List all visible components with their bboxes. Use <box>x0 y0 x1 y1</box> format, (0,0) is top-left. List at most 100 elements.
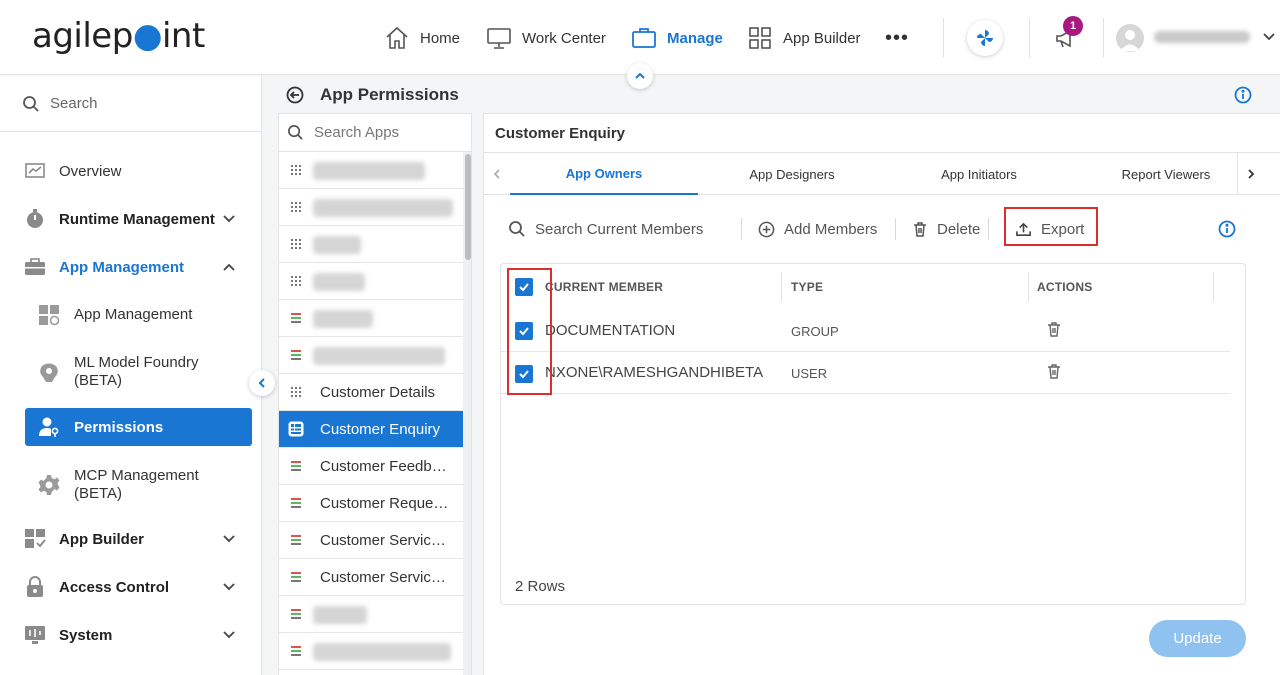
briefcase-icon <box>25 258 45 275</box>
list-item[interactable]: Customer Servic… <box>279 559 463 596</box>
lock-icon <box>27 576 43 597</box>
nav-divider <box>1103 18 1104 58</box>
tab-report-viewers[interactable]: Report Viewers <box>1072 153 1260 195</box>
ai-assistant-button[interactable] <box>967 20 1003 56</box>
toolbar-divider <box>988 218 989 240</box>
list-item-selected[interactable]: Customer Enquiry <box>279 411 463 448</box>
home-icon <box>386 26 408 49</box>
sidebar-item-access-control[interactable]: Access Control <box>0 576 262 598</box>
system-icon <box>25 626 45 644</box>
trash-icon <box>1048 364 1060 379</box>
list-item[interactable] <box>279 596 463 633</box>
app-list-icon <box>291 646 301 656</box>
column-header-type[interactable]: TYPE <box>791 264 823 310</box>
app-name: Customer Reque… <box>320 494 449 512</box>
app-dots-icon <box>291 165 301 175</box>
plus-circle-icon <box>758 221 775 237</box>
column-divider <box>1213 272 1214 302</box>
back-button[interactable] <box>286 86 304 109</box>
list-item[interactable]: Customer Reque… <box>279 485 463 522</box>
sidebar-item-system[interactable]: System <box>0 624 262 646</box>
sidebar-item-app-management[interactable]: App Management <box>0 256 262 278</box>
sidebar-subitem-ml-model-foundry[interactable]: ML Model Foundry (BETA) <box>0 352 262 392</box>
list-item[interactable]: Customer Servic… <box>279 522 463 559</box>
list-item[interactable] <box>279 633 463 670</box>
list-item[interactable] <box>279 337 463 374</box>
sidebar-subitem-permissions[interactable]: Permissions <box>25 408 252 446</box>
sidebar-item-overview[interactable]: Overview <box>0 160 262 182</box>
delete-row-button[interactable] <box>1046 321 1062 342</box>
sidebar-item-label: Runtime Management <box>59 210 215 228</box>
members-info-button[interactable] <box>1218 220 1236 243</box>
app-name: Customer Details <box>320 383 436 401</box>
agilepoint-logo[interactable]: agilep●int <box>32 16 205 56</box>
sidebar-item-label: Access Control <box>59 578 170 596</box>
search-members-input[interactable]: Search Current Members <box>508 217 703 241</box>
search-icon <box>509 221 525 237</box>
blurred-app-name <box>313 310 373 328</box>
list-item[interactable] <box>279 152 463 189</box>
nav-app-builder-label: App Builder <box>783 29 861 47</box>
nav-work-center[interactable]: Work Center <box>486 24 606 52</box>
tab-app-designers[interactable]: App Designers <box>698 153 886 195</box>
scrollbar-thumb[interactable] <box>465 154 471 260</box>
list-item[interactable]: Customer Feedb… <box>279 448 463 485</box>
add-members-button[interactable]: Add Members <box>758 217 877 241</box>
member-name: DOCUMENTATION <box>545 322 676 339</box>
sidebar-item-label: App Management <box>74 306 193 323</box>
avatar[interactable] <box>1116 24 1144 52</box>
apps-scrollbar[interactable] <box>463 152 471 675</box>
grid-icon <box>749 27 771 49</box>
nav-manage[interactable]: Manage <box>631 24 723 52</box>
member-type: USER <box>791 366 828 381</box>
sidebar-subitem-app-management[interactable]: App Management <box>0 304 262 326</box>
list-item[interactable] <box>279 263 463 300</box>
collapse-header-button[interactable] <box>627 63 653 89</box>
app-name: Customer Enquiry <box>320 420 441 438</box>
briefcase-icon <box>632 28 656 48</box>
table-row: NXONE\RAMESHGANDHIBETA USER <box>501 352 1230 394</box>
sidebar-search[interactable]: Search <box>0 76 262 132</box>
app-name: Customer Feedb… <box>320 457 447 475</box>
update-button[interactable]: Update <box>1149 620 1246 657</box>
nav-home[interactable]: Home <box>384 24 460 52</box>
arrow-left-circle-icon <box>286 86 304 104</box>
trash-icon <box>1048 322 1060 337</box>
brain-icon <box>40 363 58 382</box>
list-item[interactable] <box>279 226 463 263</box>
nav-app-builder[interactable]: App Builder <box>747 24 861 52</box>
app-list-icon <box>291 461 301 471</box>
app-dots-icon <box>291 276 301 286</box>
tab-app-initiators[interactable]: App Initiators <box>885 153 1073 195</box>
list-item[interactable] <box>279 300 463 337</box>
nav-divider <box>1029 18 1030 58</box>
timer-icon <box>27 209 43 228</box>
apps-list-panel: Search Apps Customer Details Customer En… <box>278 113 472 675</box>
tabs-scroll-left[interactable] <box>484 153 510 195</box>
blurred-app-name <box>313 643 451 661</box>
gear-icon <box>38 475 60 495</box>
delete-label: Delete <box>937 220 981 238</box>
add-members-label: Add Members <box>784 220 878 238</box>
page-info-button[interactable] <box>1234 86 1252 109</box>
chevron-down-icon <box>223 535 235 543</box>
delete-row-button[interactable] <box>1046 363 1062 384</box>
tab-app-owners[interactable]: App Owners <box>510 153 698 195</box>
chevron-down-icon <box>223 631 235 639</box>
app-name: Customer Servic… <box>320 568 446 586</box>
widgets-icon <box>39 305 60 326</box>
nav-more-button[interactable]: ••• <box>885 28 909 48</box>
sidebar-item-app-builder[interactable]: App Builder <box>0 528 262 550</box>
column-header-current-member[interactable]: CURRENT MEMBER <box>545 264 663 310</box>
sidebar-item-runtime-management[interactable]: Runtime Management <box>0 208 262 230</box>
list-item[interactable]: Customer Details <box>279 374 463 411</box>
collapse-sidebar-button[interactable] <box>249 370 275 396</box>
sidebar-subitem-mcp-management[interactable]: MCP Management (BETA) <box>0 465 262 505</box>
apps-search-input[interactable]: Search Apps <box>279 114 471 152</box>
page-title: App Permissions <box>320 85 459 104</box>
list-item[interactable] <box>279 189 463 226</box>
user-menu-chevron[interactable] <box>1262 30 1276 49</box>
user-name-blurred <box>1154 31 1250 43</box>
tabs-scroll-right[interactable] <box>1237 153 1263 195</box>
delete-button[interactable]: Delete <box>912 217 980 241</box>
